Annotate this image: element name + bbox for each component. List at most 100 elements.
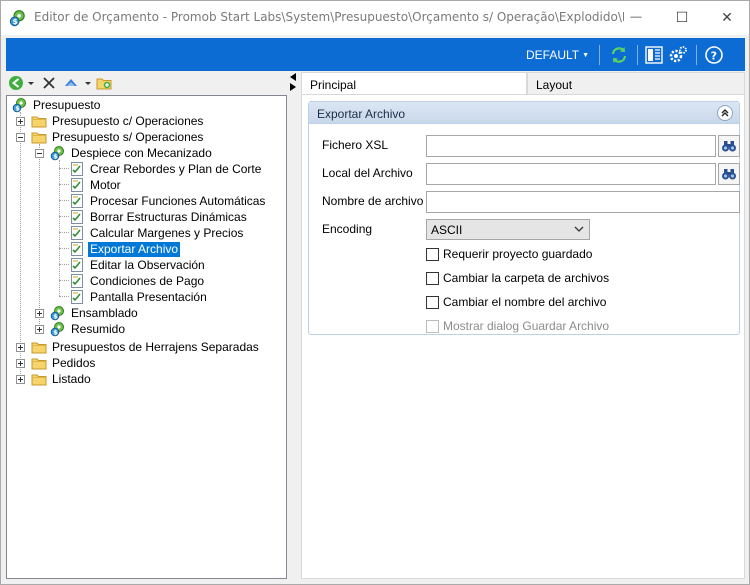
tab-principal[interactable]: Principal <box>301 72 527 95</box>
step-icon <box>69 177 85 193</box>
collapse-toggle[interactable] <box>16 133 25 142</box>
tree-item-label: Pantalla Presentación <box>90 289 207 304</box>
file-name-input[interactable] <box>426 191 740 213</box>
refresh-icon[interactable] <box>609 45 629 65</box>
tree-item-step[interactable]: Condiciones de Pago <box>69 273 206 289</box>
tree-item-label: Motor <box>90 177 121 192</box>
delete-icon[interactable] <box>41 75 57 91</box>
checkbox-box[interactable] <box>426 271 439 285</box>
tree-item-step-selected[interactable]: Exportar Archivo <box>69 241 181 257</box>
tree-connector <box>39 144 40 328</box>
tree-item-step[interactable]: Pantalla Presentación <box>69 289 209 305</box>
require-saved-project-checkbox[interactable]: Requerir proyecto guardado <box>426 246 592 262</box>
close-icon: ✕ <box>721 8 733 25</box>
tree-connector <box>59 296 69 297</box>
tree-item-root[interactable]: Presupuesto <box>12 97 102 113</box>
tree-item[interactable]: Pedidos <box>31 355 97 371</box>
tree-item-label: Pedidos <box>52 355 96 370</box>
expand-toggle[interactable] <box>16 117 25 126</box>
folder-icon <box>31 355 47 371</box>
tab-label: Principal <box>310 78 357 92</box>
tree-item-step[interactable]: Crear Rebordes y Plan de Corte <box>69 161 263 177</box>
ribbon-divider <box>696 45 697 65</box>
change-filename-checkbox[interactable]: Cambiar el nombre del archivo <box>426 294 606 310</box>
binoculars-icon <box>721 138 737 154</box>
tree-item-step[interactable]: Borrar Estructuras Dinámicas <box>69 209 249 225</box>
close-button[interactable]: ✕ <box>704 1 750 33</box>
encoding-select[interactable]: ASCII <box>426 219 590 240</box>
expand-toggle[interactable] <box>35 309 44 318</box>
add-item-icon[interactable] <box>96 75 112 91</box>
help-icon[interactable]: ? <box>704 45 724 65</box>
budget-icon <box>12 97 28 113</box>
file-location-input[interactable] <box>426 163 716 185</box>
tree-connector <box>59 184 69 185</box>
svg-text:?: ? <box>711 50 717 63</box>
checkbox-label: Cambiar el nombre del archivo <box>443 295 607 309</box>
show-save-dialog-checkbox: Mostrar dialog Guardar Archivo <box>426 318 609 334</box>
dropdown-caret-icon[interactable] <box>27 75 35 91</box>
chevron-down-icon: ▼ <box>582 52 590 59</box>
location-browse-button[interactable] <box>718 163 740 185</box>
tree-item[interactable]: Resumido <box>50 321 127 337</box>
budget-tree[interactable]: Presupuesto Presupuesto c/ Operaciones P… <box>6 95 287 579</box>
tree-item[interactable]: Presupuesto c/ Operaciones <box>31 113 205 129</box>
ribbon-bar: DEFAULT ▼ ? <box>6 38 745 71</box>
tree-item[interactable]: Listado <box>31 371 93 387</box>
xsl-file-input[interactable] <box>426 135 716 157</box>
title-bar: Editor de Orçamento - Promob Start Labs\… <box>1 1 749 35</box>
maximize-button[interactable]: ☐ <box>659 1 705 33</box>
binoculars-icon <box>721 166 737 182</box>
step-icon <box>69 225 85 241</box>
tree-item-step[interactable]: Motor <box>69 177 123 193</box>
tree-item-step[interactable]: Editar la Observación <box>69 257 207 273</box>
budget-icon <box>50 305 66 321</box>
panel-layout-icon[interactable] <box>644 45 664 65</box>
tree-connector <box>59 248 69 249</box>
expand-toggle[interactable] <box>16 375 25 384</box>
folder-icon <box>31 339 47 355</box>
tree-connector <box>59 160 60 296</box>
tree-item[interactable]: Presupuesto s/ Operaciones <box>31 129 205 145</box>
splitter-toggle-icon[interactable] <box>289 72 297 92</box>
xsl-browse-button[interactable] <box>718 135 740 157</box>
file-location-label: Local del Archivo <box>322 166 413 180</box>
dropdown-caret-icon[interactable] <box>84 75 92 91</box>
tree-item[interactable]: Despiece con Mecanizado <box>50 145 214 161</box>
tree-item[interactable]: Ensamblado <box>50 305 140 321</box>
change-folder-checkbox[interactable]: Cambiar la carpeta de archivos <box>426 270 609 286</box>
expand-toggle[interactable] <box>16 359 25 368</box>
tree-item-step[interactable]: Procesar Funciones Automáticas <box>69 193 267 209</box>
profile-dropdown[interactable]: DEFAULT ▼ <box>526 48 589 62</box>
settings-icon[interactable] <box>668 45 688 65</box>
tab-layout[interactable]: Layout <box>527 72 745 94</box>
tree-connector <box>59 200 69 201</box>
tree-item-label: Presupuesto s/ Operaciones <box>52 129 204 144</box>
tree-item-label: Presupuesto <box>33 97 101 112</box>
collapse-toggle[interactable] <box>35 149 44 158</box>
expand-toggle[interactable] <box>16 343 25 352</box>
budget-icon <box>50 321 66 337</box>
xsl-file-label: Fichero XSL <box>322 138 389 152</box>
encoding-value: ASCII <box>431 223 463 237</box>
step-icon <box>69 193 85 209</box>
checkbox-label: Requerir proyecto guardado <box>443 247 593 261</box>
tree-item-label: Borrar Estructuras Dinámicas <box>90 209 247 224</box>
expand-toggle[interactable] <box>35 325 44 334</box>
tree-item-label: Resumido <box>71 321 126 336</box>
checkbox-box[interactable] <box>426 295 439 309</box>
step-icon <box>69 273 85 289</box>
tree-item-label: Presupuesto c/ Operaciones <box>52 113 204 128</box>
group-title: Exportar Archivo <box>317 107 406 121</box>
move-up-icon[interactable] <box>63 75 79 91</box>
tab-strip: Principal Layout <box>301 72 745 95</box>
collapse-group-button[interactable] <box>717 105 733 121</box>
back-icon[interactable] <box>8 75 24 91</box>
tree-connector <box>59 280 69 281</box>
minimize-button[interactable]: — <box>613 1 659 33</box>
checkbox-label: Mostrar dialog Guardar Archivo <box>443 319 610 333</box>
checkbox-box[interactable] <box>426 247 439 261</box>
folder-open-icon <box>31 129 47 145</box>
tree-item-step[interactable]: Calcular Margenes y Precios <box>69 225 245 241</box>
tree-item[interactable]: Presupuestos de Herrajens Separadas <box>31 339 261 355</box>
